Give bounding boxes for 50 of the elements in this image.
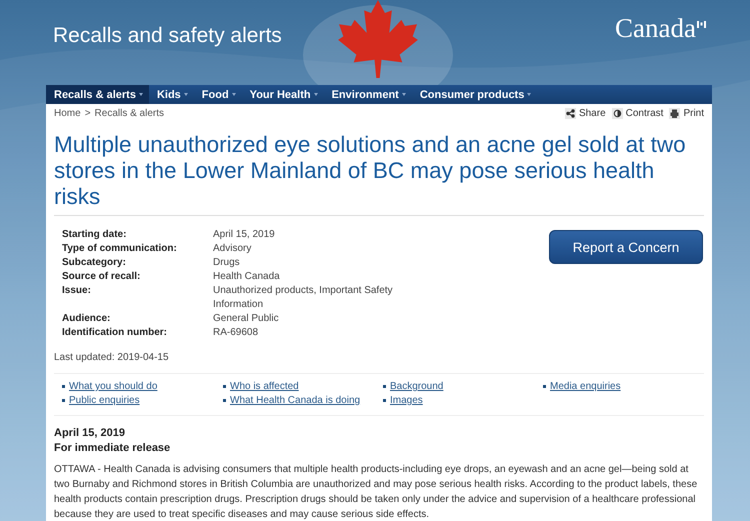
section-link[interactable]: Who is affected — [230, 380, 299, 393]
detail-value: Health Canada — [213, 270, 281, 284]
nav-tab[interactable]: Kids — [148, 85, 194, 104]
detail-value: April 15, 2019 — [213, 228, 276, 242]
detail-value: General Public — [213, 312, 280, 326]
detail-label: Source of recall: — [62, 270, 142, 284]
nav-tab[interactable]: Environment — [324, 85, 412, 104]
breadcrumb-link[interactable]: Home — [54, 108, 81, 118]
share-icon — [564, 108, 576, 118]
bullet-icon — [62, 399, 65, 402]
breadcrumb-separator: > — [84, 108, 91, 118]
section-link[interactable]: Public enquiries — [69, 394, 140, 407]
section-link[interactable]: Media enquiries — [550, 380, 621, 393]
last-updated: Last updated: 2019-04-15 — [54, 352, 170, 363]
site-title: Recalls and safety alerts — [53, 24, 282, 48]
bullet-icon — [543, 385, 546, 388]
bullet-icon — [62, 385, 65, 388]
contrast-button[interactable]: Contrast — [612, 108, 664, 118]
bullet-icon — [223, 385, 226, 388]
print-button[interactable]: Print — [669, 108, 704, 118]
contrast-icon — [612, 108, 623, 118]
wordmark: Canada — [615, 13, 696, 44]
detail-label: Starting date: — [62, 228, 128, 242]
detail-label: Subcategory: — [62, 256, 127, 270]
release-paragraph: OTTAWA - Health Canada is advising consumers that multiple health products-including eye drops, an eyewash and an acne gel—being sold at two Burnaby and Richmond stores in British Columbia are unauthorized and may pose serious health risks. According to the product labels, these health products contain prescription drugs. Prescription drugs should be taken only under the advice and supervision of a healthcare professional because they are used to treat specific diseases and may cause serious side effects. — [54, 463, 698, 521]
detail-value: Drugs — [213, 256, 241, 270]
share-button[interactable]: Share — [564, 108, 606, 118]
bullet-icon — [383, 399, 386, 402]
nav-tab[interactable]: Consumer products — [412, 85, 538, 104]
bullet-icon — [223, 399, 226, 402]
bullet-icon — [383, 385, 386, 388]
section-link[interactable]: Background — [390, 380, 444, 393]
detail-value: Unauthorized products, Important Safety Information — [213, 284, 394, 312]
release-subtitle: For immediate release — [54, 441, 172, 456]
detail-label: Identification number: — [62, 326, 168, 340]
section-link[interactable]: What Health Canada is doing — [230, 394, 360, 407]
nav-tab[interactable]: Food — [194, 85, 242, 104]
detail-value: RA-69608 — [213, 326, 260, 340]
section-link[interactable]: What you should do — [69, 380, 158, 393]
detail-label: Issue: — [62, 284, 92, 298]
section-link[interactable]: Images — [390, 394, 423, 407]
page-heading: Multiple unauthorized eye solutions and an acne gel sold at two stores in the Lower Mainland of BC may pose serious health risks — [54, 132, 704, 216]
detail-label: Audience: — [62, 312, 112, 326]
nav-tab[interactable]: Recalls & alerts — [46, 85, 149, 104]
detail-label: Type of communication: — [62, 242, 178, 256]
report-concern-button[interactable]: Report a Concern — [549, 230, 703, 264]
detail-value: Advisory — [213, 242, 252, 256]
release-date: April 15, 2019 — [54, 426, 126, 441]
nav-tab[interactable]: Your Health — [242, 85, 324, 104]
breadcrumb-link[interactable]: Recalls & alerts — [94, 108, 164, 118]
